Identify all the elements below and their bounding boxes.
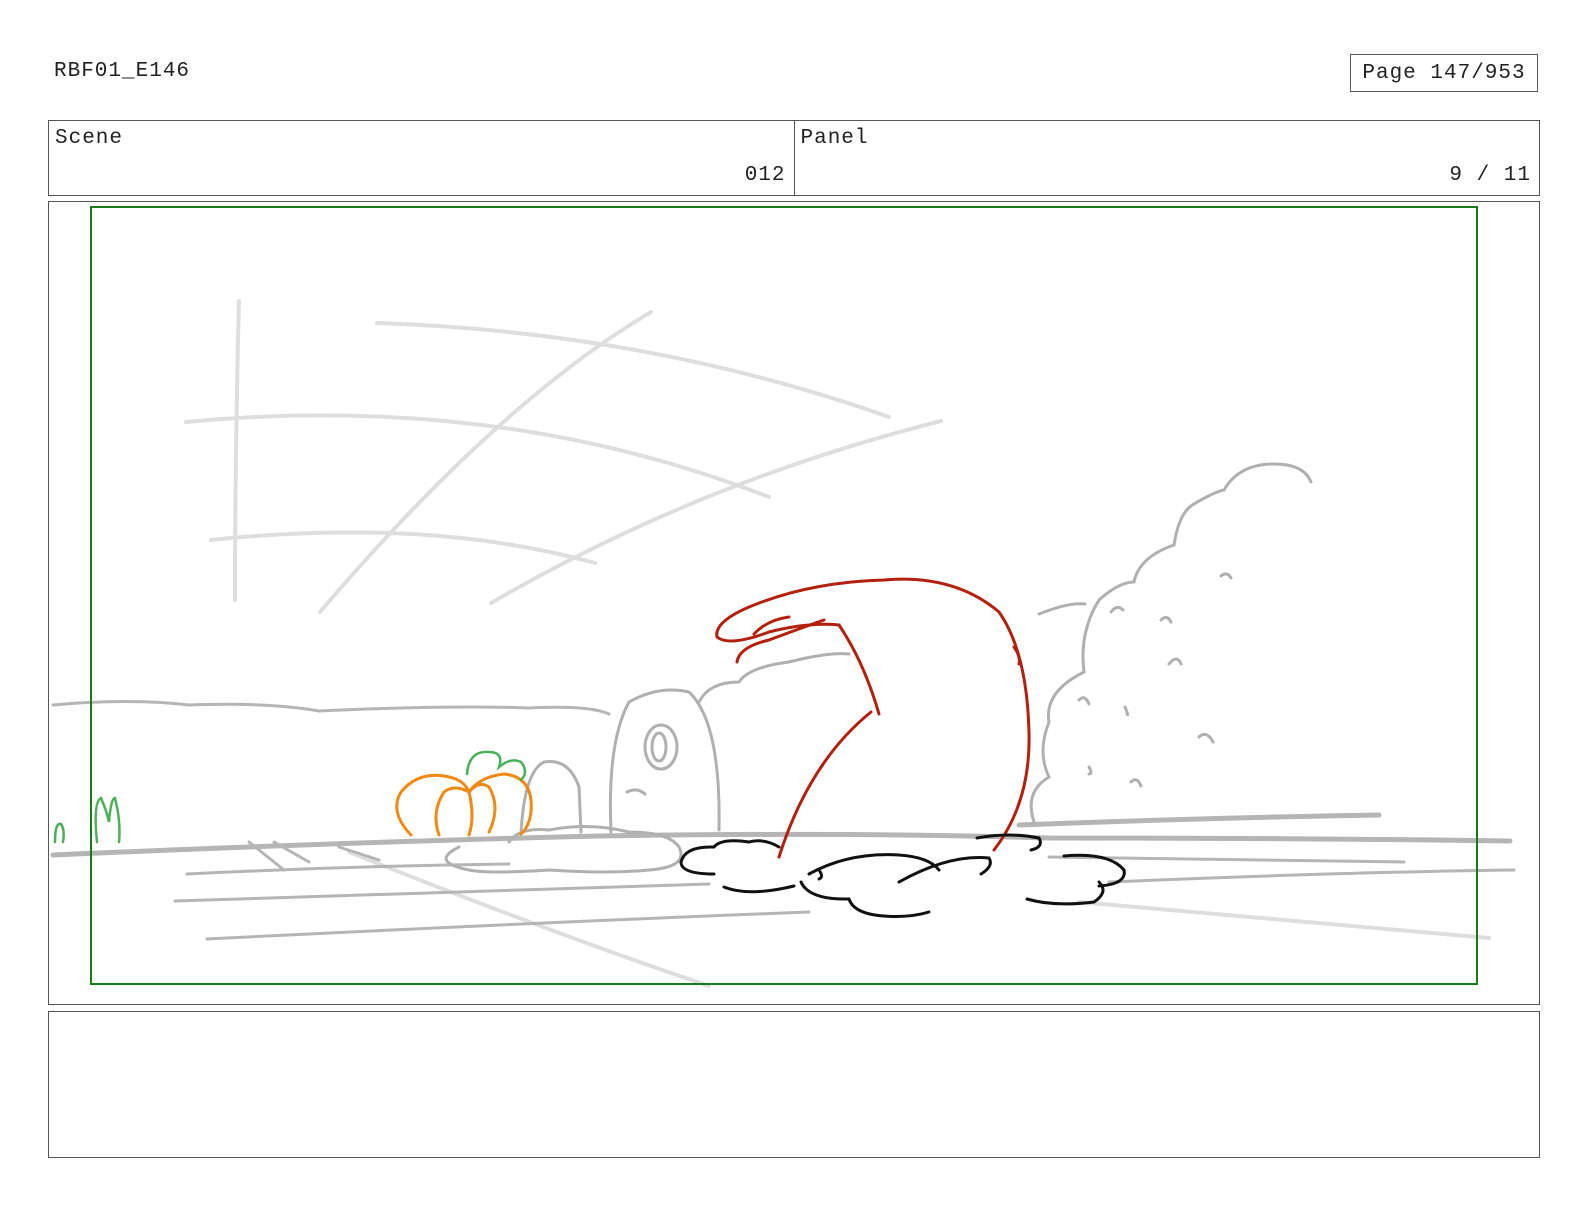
storyboard-frame bbox=[48, 201, 1540, 1005]
document-id: RBF01_E146 bbox=[54, 60, 191, 83]
ground-lines bbox=[50, 700, 1516, 941]
scene-cell: Scene 012 bbox=[49, 121, 794, 195]
scene-label: Scene bbox=[55, 127, 124, 150]
scene-number: 012 bbox=[744, 164, 786, 187]
sky-sketch-lines bbox=[184, 299, 1491, 988]
panel-cell: Panel 9 / 11 bbox=[793, 121, 1540, 195]
page-counter: Page 147/953 bbox=[1350, 54, 1538, 92]
dirt-mound-sketch bbox=[679, 833, 1126, 918]
scene-panel-info: Scene 012 Panel 9 / 11 bbox=[48, 120, 1540, 196]
pumpkin-sketch bbox=[395, 772, 533, 837]
bushes-sketch bbox=[444, 462, 1313, 874]
tombstones-sketch bbox=[519, 688, 721, 836]
storyboard-drawing bbox=[50, 206, 1516, 988]
character-sketch bbox=[715, 577, 1031, 859]
panel-number: 9 / 11 bbox=[1449, 164, 1531, 187]
grass-sketch bbox=[53, 796, 121, 844]
panel-label: Panel bbox=[800, 127, 869, 150]
notes-box bbox=[48, 1011, 1540, 1158]
